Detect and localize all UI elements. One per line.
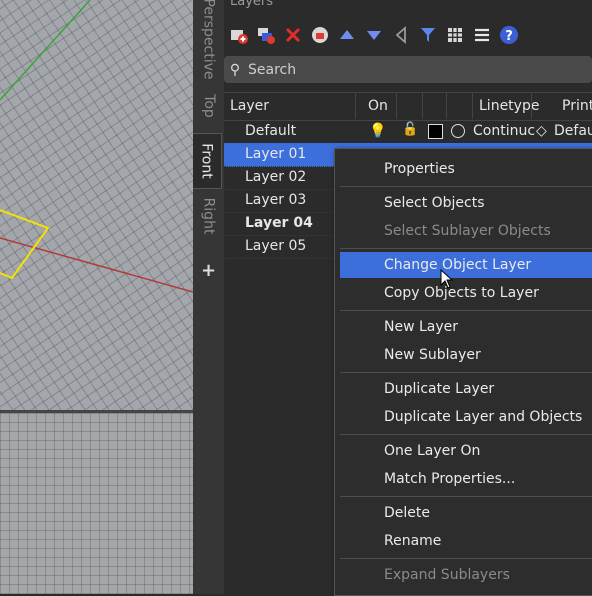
- menu-item-duplicate-layer[interactable]: Duplicate Layer: [340, 376, 592, 402]
- menu-item-select-sublayer-objects: Select Sublayer Objects: [384, 223, 551, 239]
- column-on[interactable]: On: [368, 98, 388, 114]
- layers-toolbar: ?: [224, 20, 592, 50]
- menu-item-match-properties[interactable]: Match Properties...: [340, 466, 592, 492]
- column-divider: [472, 92, 473, 119]
- mouse-cursor-icon: [440, 269, 454, 289]
- menu-item-expand-sublayers: Expand Sublayers: [384, 567, 510, 583]
- tab-perspective[interactable]: Perspective: [193, 0, 224, 80]
- tab-right[interactable]: Right: [193, 193, 224, 239]
- menu-item-delete[interactable]: Delete: [340, 500, 592, 526]
- svg-text:?: ?: [505, 29, 513, 44]
- menu-separator: [340, 434, 592, 435]
- layer-row-default[interactable]: Default 💡 🔓 Continuc ◇ Defau: [224, 120, 592, 144]
- viewport-tabs: Perspective Top Front Right +: [193, 0, 224, 594]
- perspective-viewport[interactable]: [0, 0, 193, 410]
- column-divider: [422, 92, 423, 119]
- menu-separator: [340, 310, 592, 311]
- menu-item-rename[interactable]: Rename: [340, 528, 592, 554]
- print-width-value[interactable]: Defau: [554, 123, 592, 139]
- column-divider: [396, 92, 397, 119]
- menu-item-change-object-layer[interactable]: Change Object Layer: [340, 252, 592, 278]
- new-sublayer-icon[interactable]: [254, 23, 278, 47]
- search-box[interactable]: ⚲: [224, 56, 592, 83]
- menu-item-duplicate-layer-and-objects[interactable]: Duplicate Layer and Objects: [340, 404, 592, 430]
- move-out-icon[interactable]: [389, 23, 413, 47]
- move-down-icon[interactable]: [362, 23, 386, 47]
- menu-item-new-layer[interactable]: New Layer: [340, 314, 592, 340]
- column-divider: [531, 92, 532, 119]
- menu-separator: [340, 372, 592, 373]
- layer-state-icon[interactable]: [308, 23, 332, 47]
- context-menu: Properties Select Objects Select Sublaye…: [334, 148, 592, 596]
- panel-title: Layers: [230, 0, 274, 9]
- move-up-icon[interactable]: [335, 23, 359, 47]
- linetype-value[interactable]: Continuc: [473, 123, 535, 139]
- menu-item-copy-objects-to-layer[interactable]: Copy Objects to Layer: [340, 280, 592, 306]
- menu-separator: [340, 248, 592, 249]
- delete-icon[interactable]: [281, 23, 305, 47]
- add-viewport-tab-button[interactable]: +: [193, 260, 224, 281]
- x-axis-line: [0, 237, 193, 293]
- viewport-geometry: [0, 0, 193, 293]
- help-icon[interactable]: ?: [497, 23, 521, 47]
- column-divider: [355, 92, 356, 119]
- front-viewport[interactable]: [0, 413, 193, 594]
- menu-item-select-objects[interactable]: Select Objects: [340, 190, 592, 216]
- search-icon: ⚲: [229, 61, 241, 78]
- tab-front[interactable]: Front: [193, 133, 222, 189]
- new-layer-icon[interactable]: [227, 23, 251, 47]
- layers-grid-header: Layer On Linetype Print: [224, 92, 592, 121]
- menu-separator: [340, 186, 592, 187]
- y-axis-line: [0, 0, 91, 101]
- menu-item-one-layer-on[interactable]: One Layer On: [340, 438, 592, 464]
- light-bulb-icon[interactable]: 💡: [369, 123, 386, 139]
- columns-icon[interactable]: [443, 23, 467, 47]
- menu-item-new-sublayer[interactable]: New Sublayer: [340, 342, 592, 368]
- search-input[interactable]: [246, 60, 550, 79]
- column-print[interactable]: Print: [562, 98, 592, 114]
- layer-color-swatch[interactable]: [428, 124, 443, 139]
- menu-item-properties[interactable]: Properties: [340, 156, 592, 182]
- print-color-diamond-icon[interactable]: ◇: [536, 123, 547, 139]
- column-divider: [446, 92, 447, 119]
- tab-top[interactable]: Top: [193, 84, 224, 128]
- material-icon[interactable]: [451, 124, 465, 138]
- filter-icon[interactable]: [416, 23, 440, 47]
- menu-icon[interactable]: [470, 23, 494, 47]
- menu-separator: [340, 558, 592, 559]
- unlock-icon[interactable]: 🔓: [402, 122, 418, 137]
- column-layer[interactable]: Layer: [230, 98, 269, 114]
- menu-separator: [340, 496, 592, 497]
